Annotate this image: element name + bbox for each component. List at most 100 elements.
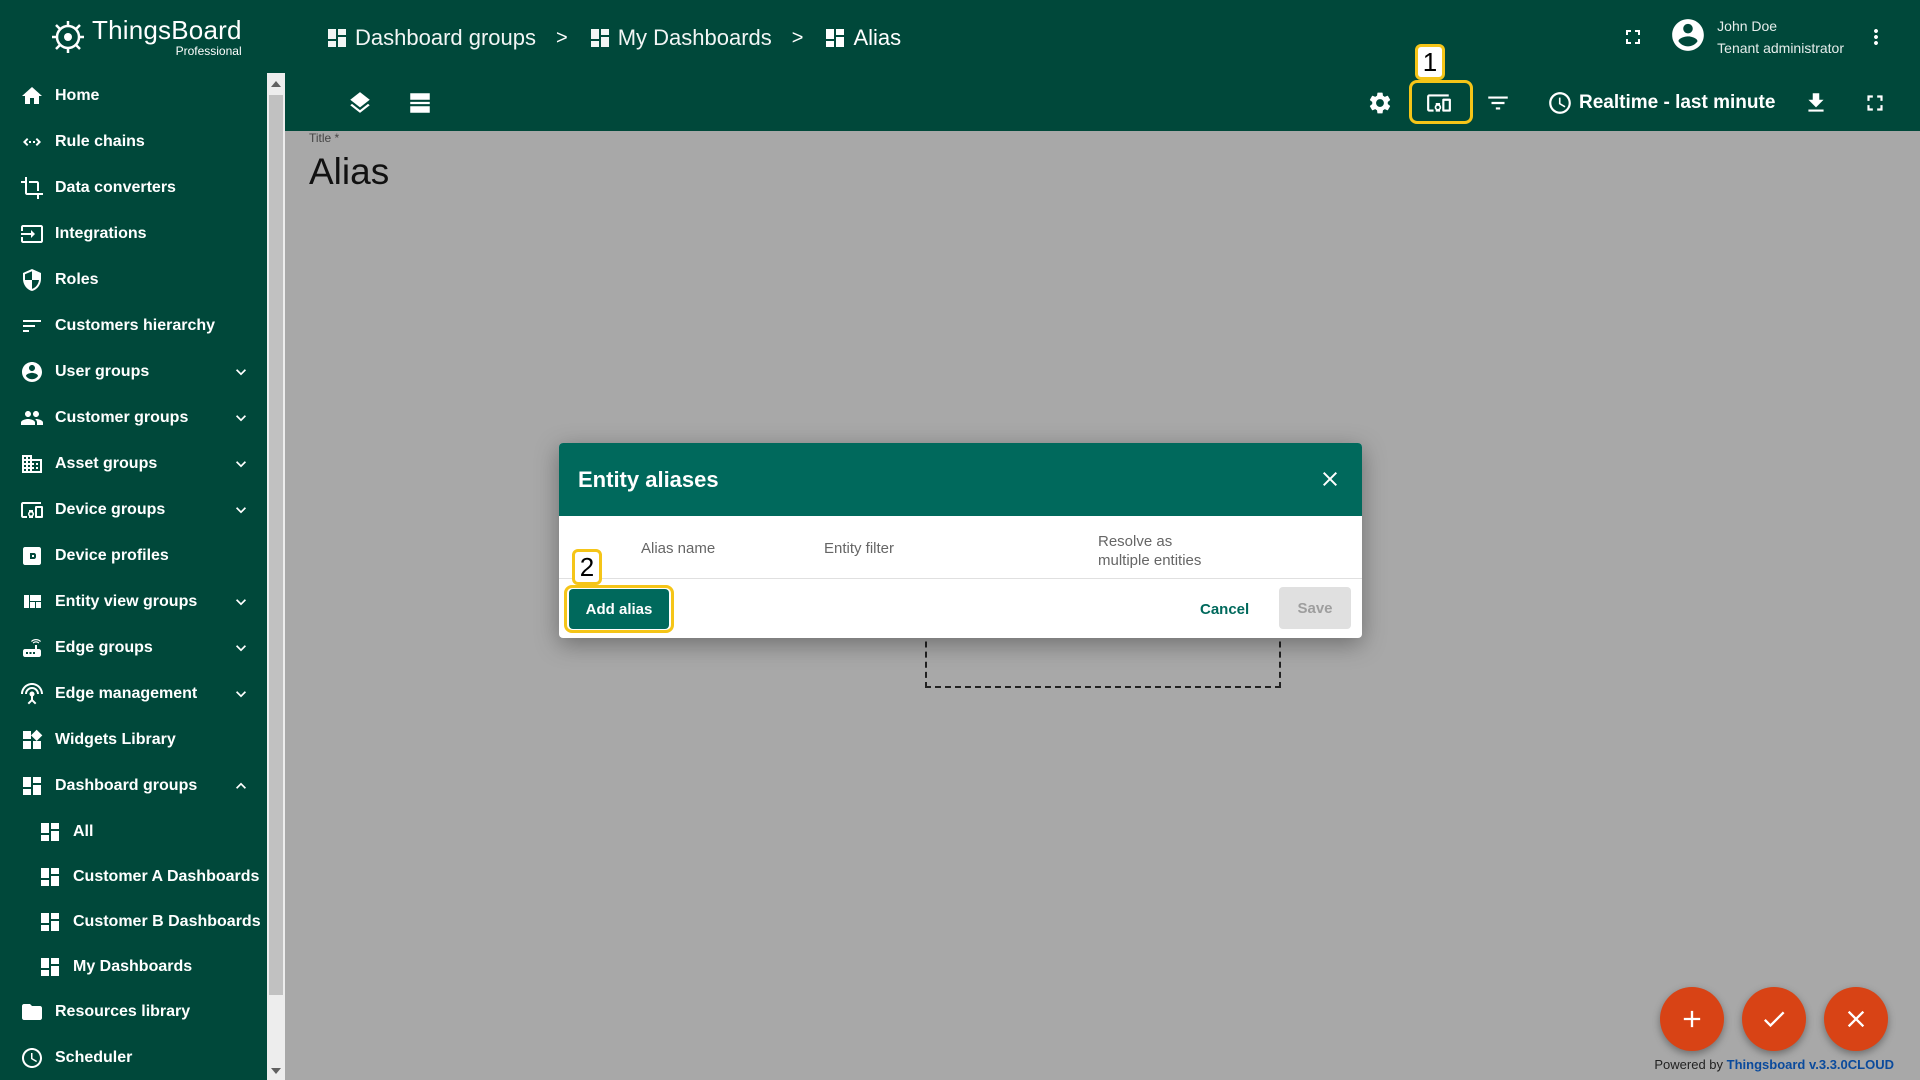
- scroll-thumb[interactable]: [269, 95, 283, 995]
- sidebar-item-customer-b-dashboards[interactable]: Customer B Dashboards: [0, 899, 267, 944]
- sidebar-item-roles[interactable]: Roles: [0, 257, 267, 303]
- sidebar-item-customer-groups[interactable]: Customer groups: [0, 395, 267, 441]
- cancel-button[interactable]: Cancel: [1190, 589, 1259, 629]
- breadcrumb-my-dashboards[interactable]: My Dashboards: [588, 25, 772, 51]
- sidebar-item-label: Customer B Dashboards: [73, 912, 261, 930]
- version-link[interactable]: Thingsboard v.3.3.0CLOUD: [1727, 1057, 1894, 1072]
- sidebar-item-device-groups[interactable]: Device groups: [0, 487, 267, 533]
- chevron-down-icon[interactable]: [231, 684, 251, 704]
- sidebar-item-label: Edge management: [55, 685, 198, 702]
- home-icon: [19, 83, 45, 109]
- sidebar-item-edge-management[interactable]: Edge management: [0, 671, 267, 717]
- sidebar-item-label: Resources library: [55, 1003, 191, 1020]
- check-icon: [1763, 1011, 1785, 1028]
- devices-icon: [19, 497, 45, 523]
- breadcrumb-label: Dashboard groups: [355, 25, 537, 50]
- sidebar-item-all[interactable]: All: [0, 809, 267, 854]
- clock-icon: [19, 1045, 45, 1071]
- sidebar-item-label: Customer groups: [55, 409, 189, 426]
- sidebar-item-customer-a-dashboards[interactable]: Customer A Dashboards: [0, 854, 267, 899]
- sidebar-item-dashboard-groups[interactable]: Dashboard groups: [0, 763, 267, 809]
- sidebar-item-label: All: [73, 822, 94, 840]
- chevron-down-icon[interactable]: [231, 500, 251, 520]
- breadcrumb-label: Alias: [853, 25, 902, 50]
- top-bar: Dashboard groups > My Dashboards > Alias…: [285, 0, 1920, 131]
- sidebar-item-resources-library[interactable]: Resources library: [0, 989, 267, 1035]
- step-badge-2: 2: [572, 549, 602, 585]
- more-vert-icon[interactable]: [1864, 25, 1888, 49]
- logo[interactable]: ThingsBoard Professional: [0, 0, 285, 73]
- sidebar-item-asset-groups[interactable]: Asset groups: [0, 441, 267, 487]
- clock-icon: [1549, 92, 1571, 114]
- sidebar-item-label: Device groups: [55, 501, 166, 518]
- layers-icon[interactable]: [347, 90, 373, 116]
- discard-changes-fab[interactable]: [1824, 987, 1888, 1051]
- dashboard-icon: [37, 819, 63, 845]
- sidebar-item-customers-hierarchy[interactable]: Customers hierarchy: [0, 303, 267, 349]
- user-icon: [19, 359, 45, 385]
- layouts-icon[interactable]: [407, 90, 433, 116]
- title-label: Title *: [309, 131, 340, 145]
- gear-icon[interactable]: [1367, 90, 1393, 116]
- avatar[interactable]: [1669, 16, 1707, 59]
- breadcrumb-dashboard-groups[interactable]: Dashboard groups: [325, 25, 536, 51]
- sidebar-item-my-dashboards[interactable]: My Dashboards: [0, 944, 267, 989]
- user-info[interactable]: John Doe Tenant administrator: [1717, 15, 1844, 59]
- fullscreen-icon[interactable]: [1862, 90, 1888, 116]
- add-widget-fab[interactable]: [1660, 987, 1724, 1051]
- page-title[interactable]: Alias: [309, 151, 389, 193]
- chevron-down-icon[interactable]: [231, 362, 251, 382]
- sidebar-scrollbar[interactable]: [267, 73, 285, 1080]
- chevron-down-icon[interactable]: [231, 454, 251, 474]
- sidebar-item-label: Customer A Dashboards: [73, 867, 260, 885]
- device-profile-icon: [19, 543, 45, 569]
- breadcrumb: Dashboard groups > My Dashboards > Alias: [325, 22, 901, 54]
- entity-aliases-dialog: Entity aliases Alias name Entity filter …: [559, 443, 1362, 638]
- sidebar-item-edge-groups[interactable]: Edge groups: [0, 625, 267, 671]
- sidebar-item-label: Scheduler: [55, 1049, 133, 1066]
- fullscreen-icon[interactable]: [1621, 25, 1645, 49]
- chevron-down-icon[interactable]: [231, 638, 251, 658]
- logo-sub: Professional: [175, 43, 242, 58]
- sidebar-item-label: Asset groups: [55, 455, 158, 472]
- apply-changes-fab[interactable]: [1742, 987, 1806, 1051]
- timewindow-selector[interactable]: Realtime - last minute: [1547, 88, 1775, 118]
- dashboard-icon: [826, 29, 845, 47]
- sidebar-item-label: Edge groups: [55, 639, 153, 656]
- dashboard-icon: [37, 909, 63, 935]
- settings-input-antenna-icon: [19, 681, 45, 707]
- highlight-add-alias: [564, 585, 674, 633]
- sidebar-item-widgets-library[interactable]: Widgets Library: [0, 717, 267, 763]
- sidebar-item-label: Widgets Library: [55, 731, 176, 748]
- sidebar-item-entity-view-groups[interactable]: Entity view groups: [0, 579, 267, 625]
- scroll-up-arrow-icon[interactable]: [271, 81, 281, 87]
- download-icon[interactable]: [1803, 90, 1829, 116]
- breadcrumb-label: My Dashboards: [617, 25, 772, 50]
- sidebar-item-label: Dashboard groups: [55, 777, 198, 794]
- user-role: Tenant administrator: [1717, 40, 1844, 56]
- dashboard-icon: [37, 864, 63, 890]
- data-converters-icon: [19, 175, 45, 201]
- chevron-up-icon[interactable]: [231, 776, 251, 796]
- powered-by: Powered by Thingsboard v.3.3.0CLOUD: [1654, 1057, 1894, 1072]
- column-resolve-line1: Resolve as: [1098, 533, 1173, 550]
- column-entity-filter: Entity filter: [824, 540, 895, 557]
- save-button[interactable]: Save: [1279, 587, 1351, 629]
- sidebar-item-user-groups[interactable]: User groups: [0, 349, 267, 395]
- filter-icon[interactable]: [1485, 90, 1511, 116]
- sidebar-item-integrations[interactable]: Integrations: [0, 211, 267, 257]
- sidebar-item-data-converters[interactable]: Data converters: [0, 165, 267, 211]
- sidebar-item-home[interactable]: Home: [0, 73, 267, 119]
- close-icon[interactable]: [1318, 467, 1342, 491]
- sidebar-item-device-profiles[interactable]: Device profiles: [0, 533, 267, 579]
- sidebar-item-label: Data converters: [55, 179, 176, 196]
- column-resolve-multiple: Resolve as multiple entities: [1098, 532, 1201, 570]
- sidebar-item-rule-chains[interactable]: Rule chains: [0, 119, 267, 165]
- sidebar-item-label: My Dashboards: [73, 957, 193, 975]
- chevron-down-icon[interactable]: [231, 408, 251, 428]
- chevron-down-icon[interactable]: [231, 592, 251, 612]
- scroll-down-arrow-icon[interactable]: [271, 1068, 281, 1074]
- dashboard-icon: [328, 29, 346, 47]
- step-badge-1: 1: [1415, 44, 1445, 80]
- sidebar-item-scheduler[interactable]: Scheduler: [0, 1035, 267, 1080]
